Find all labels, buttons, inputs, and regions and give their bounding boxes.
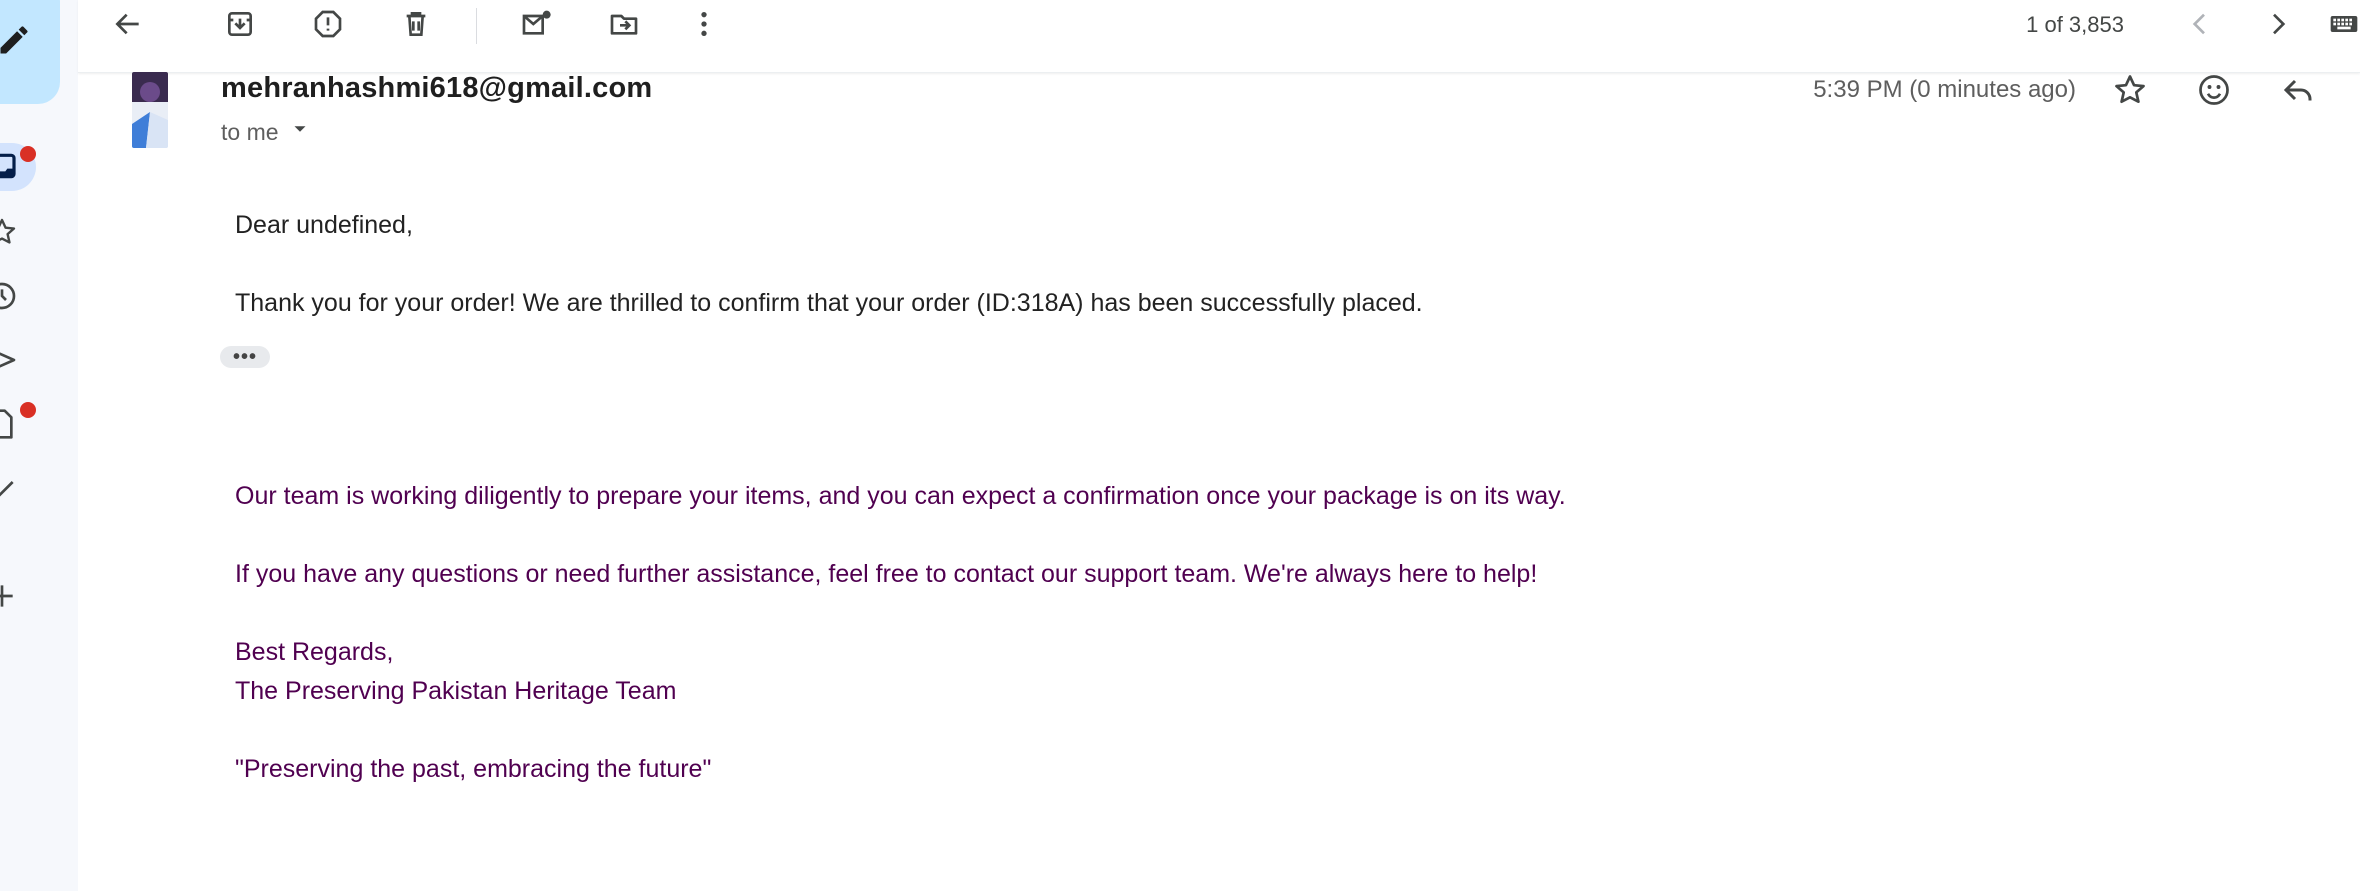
tagline-text: "Preserving the past, embracing the futu… xyxy=(235,755,712,783)
more-vert-icon xyxy=(688,8,720,45)
archive-icon xyxy=(224,8,256,45)
reply-button[interactable] xyxy=(2276,70,2320,114)
left-rail xyxy=(0,0,78,891)
confirmation-text: Thank you for your order! We are thrille… xyxy=(235,289,1423,317)
back-button[interactable] xyxy=(108,6,148,46)
team-working-text: Our team is working diligently to prepar… xyxy=(235,482,1566,510)
plus-icon xyxy=(0,585,18,616)
message-count: 1 of 3,853 xyxy=(2026,12,2124,37)
pencil-icon xyxy=(0,22,32,63)
avatar[interactable] xyxy=(132,72,168,148)
delete-button[interactable] xyxy=(396,6,436,46)
keyboard-icon xyxy=(2328,8,2360,45)
recipient-label: to me xyxy=(221,118,279,145)
mark-unread-button[interactable] xyxy=(516,6,556,46)
sidebar-item-starred[interactable] xyxy=(0,216,18,256)
move-to-button[interactable] xyxy=(604,6,644,46)
recipient-details-toggle[interactable]: to me xyxy=(221,118,311,146)
show-trimmed-content-button[interactable]: ••• xyxy=(220,346,270,368)
message-toolbar: 1 of 3,853 xyxy=(78,0,2360,73)
star-icon xyxy=(0,218,18,252)
greeting-text: Dear undefined, xyxy=(235,211,413,239)
more-options-button[interactable] xyxy=(684,6,724,46)
arrow-left-icon xyxy=(112,8,144,45)
check-icon xyxy=(0,481,18,510)
drafts-badge xyxy=(20,402,36,418)
add-reaction-button[interactable] xyxy=(2192,70,2236,114)
sidebar-item-snoozed[interactable] xyxy=(0,280,18,320)
sidebar-item-add[interactable] xyxy=(0,580,18,620)
chevron-right-icon xyxy=(2262,8,2294,45)
toolbar-divider xyxy=(476,8,477,44)
older-button[interactable] xyxy=(2258,6,2298,46)
inbox-icon xyxy=(0,150,18,190)
signoff-text: Best Regards, xyxy=(235,638,394,666)
mark-unread-icon xyxy=(520,8,552,45)
move-to-icon xyxy=(608,8,640,45)
support-text: If you have any questions or need furthe… xyxy=(235,560,1538,588)
sidebar-item-drafts[interactable] xyxy=(0,408,18,448)
compose-button[interactable] xyxy=(0,0,60,104)
reply-icon xyxy=(2280,72,2316,113)
send-icon xyxy=(0,352,18,380)
star-button[interactable] xyxy=(2108,70,2152,114)
caret-down-icon xyxy=(289,118,311,146)
inbox-badge xyxy=(20,146,36,162)
sender-address[interactable]: mehranhashmi618@gmail.com xyxy=(221,72,652,105)
input-tools-button[interactable] xyxy=(2324,6,2360,46)
emoji-icon xyxy=(2196,72,2232,113)
sidebar-item-sent[interactable] xyxy=(0,344,18,384)
report-spam-icon xyxy=(312,8,344,45)
team-signature: The Preserving Pakistan Heritage Team xyxy=(235,677,677,705)
draft-icon xyxy=(0,409,18,444)
message-timestamp: 5:39 PM (0 minutes ago) xyxy=(1813,76,2076,103)
report-spam-button[interactable] xyxy=(308,6,348,46)
star-icon xyxy=(2112,72,2148,113)
clock-icon xyxy=(0,282,18,316)
sidebar-item-done[interactable] xyxy=(0,474,18,514)
trash-icon xyxy=(400,8,432,45)
archive-button[interactable] xyxy=(220,6,260,46)
newer-button[interactable] xyxy=(2180,6,2220,46)
chevron-left-icon xyxy=(2184,8,2216,45)
